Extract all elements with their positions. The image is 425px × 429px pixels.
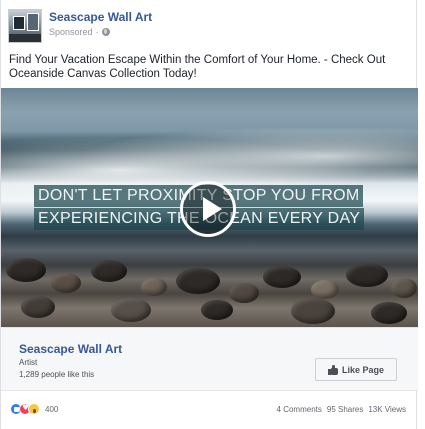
sponsored-text: Sponsored [49, 27, 93, 37]
engagement-stats: 4 Comments 95 Shares 13K Views [277, 405, 406, 414]
post-body-text: Find Your Vacation Escape Within the Com… [9, 54, 386, 80]
reactions-summary[interactable]: 400 [10, 403, 58, 415]
thumbs-up-icon [327, 364, 338, 375]
post-header: Seascape Wall Art Sponsored · [8, 9, 408, 45]
play-icon[interactable] [180, 181, 236, 237]
sponsored-post-card: Seascape Wall Art Sponsored · Find Your … [0, 0, 418, 429]
page-avatar[interactable] [8, 9, 42, 43]
comments-link[interactable]: 4 Comments [277, 405, 322, 414]
wow-icon [28, 403, 40, 415]
sponsored-label: Sponsored · [49, 27, 110, 37]
like-page-button[interactable]: Like Page [315, 358, 397, 381]
views-count: 13K Views [368, 405, 406, 414]
post-footer: 400 4 Comments 95 Shares 13K Views [1, 400, 418, 420]
page-name-link[interactable]: Seascape Wall Art [49, 10, 152, 24]
globe-icon[interactable] [101, 28, 110, 36]
reaction-count: 400 [45, 404, 59, 414]
like-page-label: Like Page [341, 364, 385, 375]
video-thumbnail[interactable]: DON'T LET PROXIMITY STOP YOU FROM EXPERI… [1, 88, 418, 327]
page-info-strip: Seascape Wall Art Artist 1,289 people li… [1, 327, 418, 391]
page-category: Artist [19, 358, 38, 367]
dot-separator: · [95, 27, 99, 37]
page-like-count: 1,289 people like this [19, 370, 95, 379]
shares-link[interactable]: 95 Shares [327, 405, 363, 414]
page-card-name[interactable]: Seascape Wall Art [19, 342, 122, 356]
rocks-foreground [1, 238, 418, 327]
